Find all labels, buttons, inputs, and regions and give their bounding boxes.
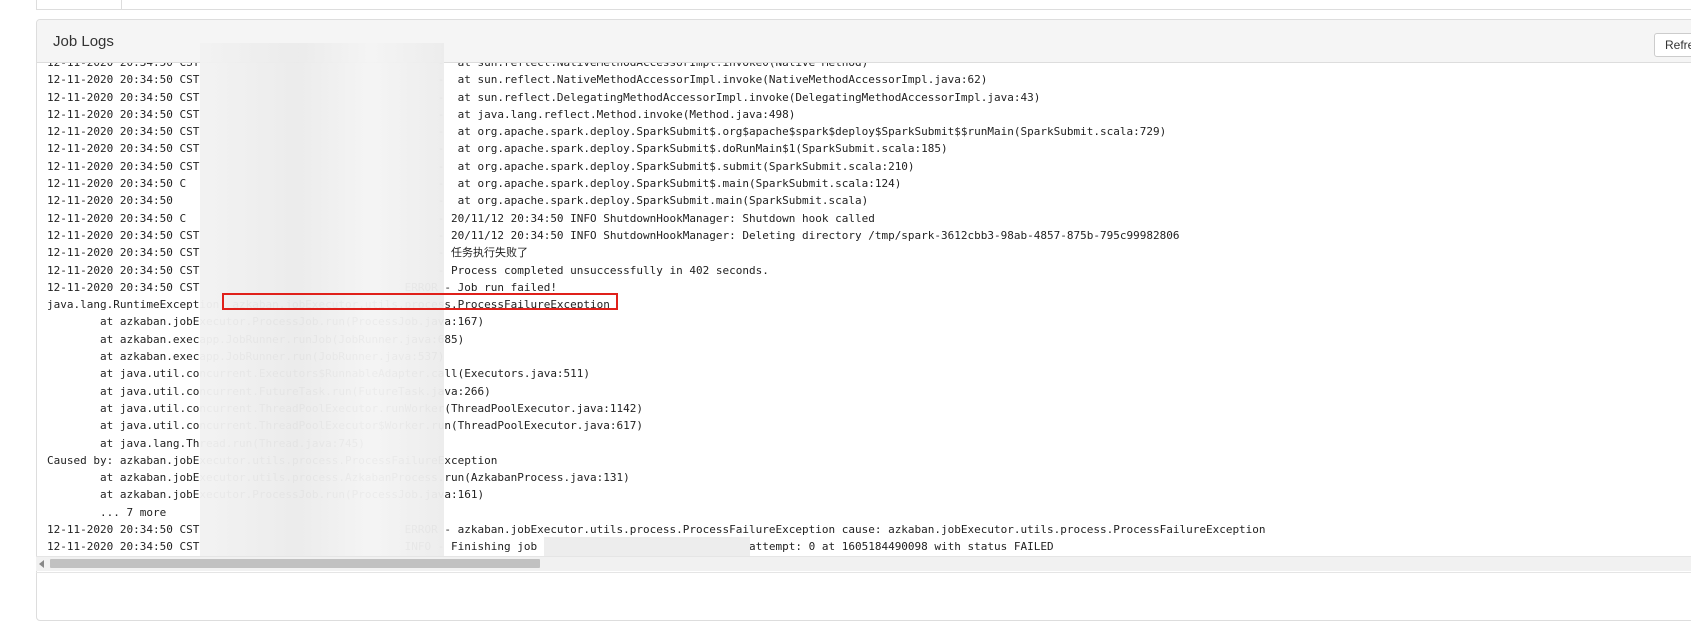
- scrollbar-thumb[interactable]: [50, 559, 540, 568]
- top-tab-strip: [0, 0, 1691, 14]
- scroll-left-arrow-icon[interactable]: [39, 560, 44, 568]
- tab-divider: [120, 9, 1691, 10]
- previous-tab-edge[interactable]: [36, 0, 122, 10]
- horizontal-scrollbar[interactable]: [36, 556, 1691, 571]
- exception-highlight-box: [222, 293, 618, 310]
- bottom-divider: [36, 572, 1691, 573]
- refresh-button[interactable]: Refresh: [1654, 33, 1691, 57]
- redaction-blur-job-name: [544, 537, 750, 557]
- panel-title: Job Logs: [53, 33, 114, 50]
